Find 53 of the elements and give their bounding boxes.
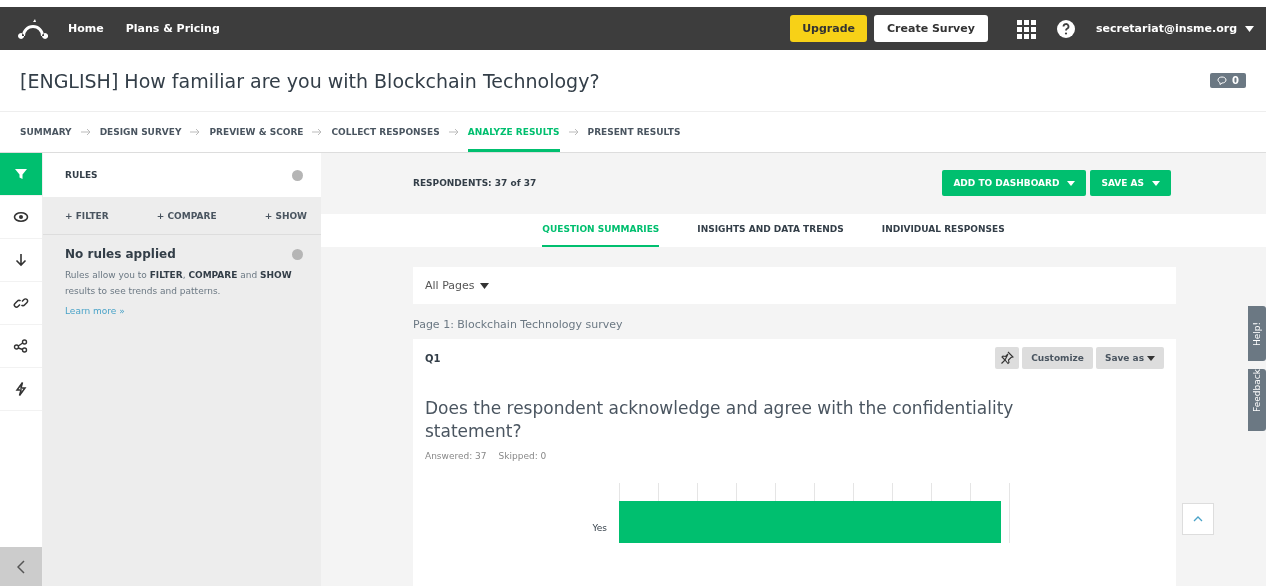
rules-heading: No rules applied [65, 247, 176, 261]
step-tab[interactable]: PREVIEW & SCORE [209, 112, 304, 152]
step-tab[interactable]: DESIGN SURVEY [99, 112, 182, 152]
survey-title: [ENGLISH] How familiar are you with Blockchain Technology? [20, 69, 601, 92]
rule-action-button[interactable]: + COMPARE [156, 210, 217, 221]
answered-count: Answered: 37 [425, 451, 487, 461]
account-menu[interactable]: secretariat@insme.org [1095, 22, 1254, 35]
feedback-tab[interactable]: Feedback [1248, 369, 1266, 431]
view-tab[interactable]: INDIVIDUAL RESPONSES [881, 213, 1005, 247]
caret-icon [1147, 355, 1155, 361]
skipped-count: Skipped: 0 [498, 451, 547, 461]
caret-icon [1152, 180, 1160, 186]
chevron-left-icon [17, 560, 25, 574]
page-label: Page 1: Blockchain Technology survey [413, 318, 624, 331]
question-number: Q1 [425, 352, 442, 364]
arrow-icon [80, 128, 91, 136]
step-tab[interactable]: SUMMARY [20, 112, 72, 152]
help-tab[interactable]: Help! [1248, 306, 1266, 361]
customize-button[interactable]: Customize [1022, 347, 1093, 369]
rule-action-button[interactable]: + FILTER [65, 210, 109, 221]
upgrade-button[interactable]: Upgrade [790, 15, 867, 42]
caret-icon [1067, 180, 1076, 186]
category-label: Yes [591, 523, 608, 533]
question-text: Does the respondent acknowledge and agree with the confidentiality statement? [425, 397, 1015, 443]
arrow-icon [568, 128, 579, 136]
arrow-icon [312, 128, 323, 136]
caret-icon [1245, 25, 1254, 32]
comments-badge[interactable]: 0 [1210, 73, 1246, 88]
down-arrow-icon [13, 252, 29, 268]
arrow-icon [448, 128, 459, 136]
nav-link[interactable]: Plans & Pricing [125, 22, 220, 35]
pin-icon[interactable] [995, 347, 1020, 369]
rule-action-button[interactable]: + SHOW [264, 210, 307, 221]
view-tab[interactable]: INSIGHTS AND DATA TRENDS [697, 213, 844, 247]
caret-icon [479, 282, 489, 289]
step-tab[interactable]: PRESENT RESULTS [587, 112, 681, 152]
rules-description: Rules allow you to FILTER, COMPARE and SHOW results to see trends and patterns. [64, 269, 293, 298]
logo-icon[interactable] [18, 18, 48, 39]
rules-title: RULES [65, 170, 98, 180]
share-icon [13, 338, 29, 354]
eye-icon [13, 209, 29, 225]
apps-grid-icon[interactable] [1015, 18, 1036, 39]
arrow-icon [190, 128, 201, 136]
save-as-button[interactable]: Save as [1095, 347, 1164, 369]
lightning-icon [13, 381, 29, 397]
nav-link[interactable]: Home [68, 22, 104, 35]
chevron-up-icon [1193, 516, 1203, 522]
respondents-count: RESPONDENTS: 37 of 37 [413, 178, 538, 189]
page-dropdown[interactable]: All Pages [413, 267, 1176, 304]
link-icon [13, 295, 29, 311]
create-survey-button[interactable]: Create Survey [874, 15, 988, 42]
step-tab[interactable]: COLLECT RESPONSES [331, 112, 440, 152]
filter-icon [13, 166, 29, 182]
